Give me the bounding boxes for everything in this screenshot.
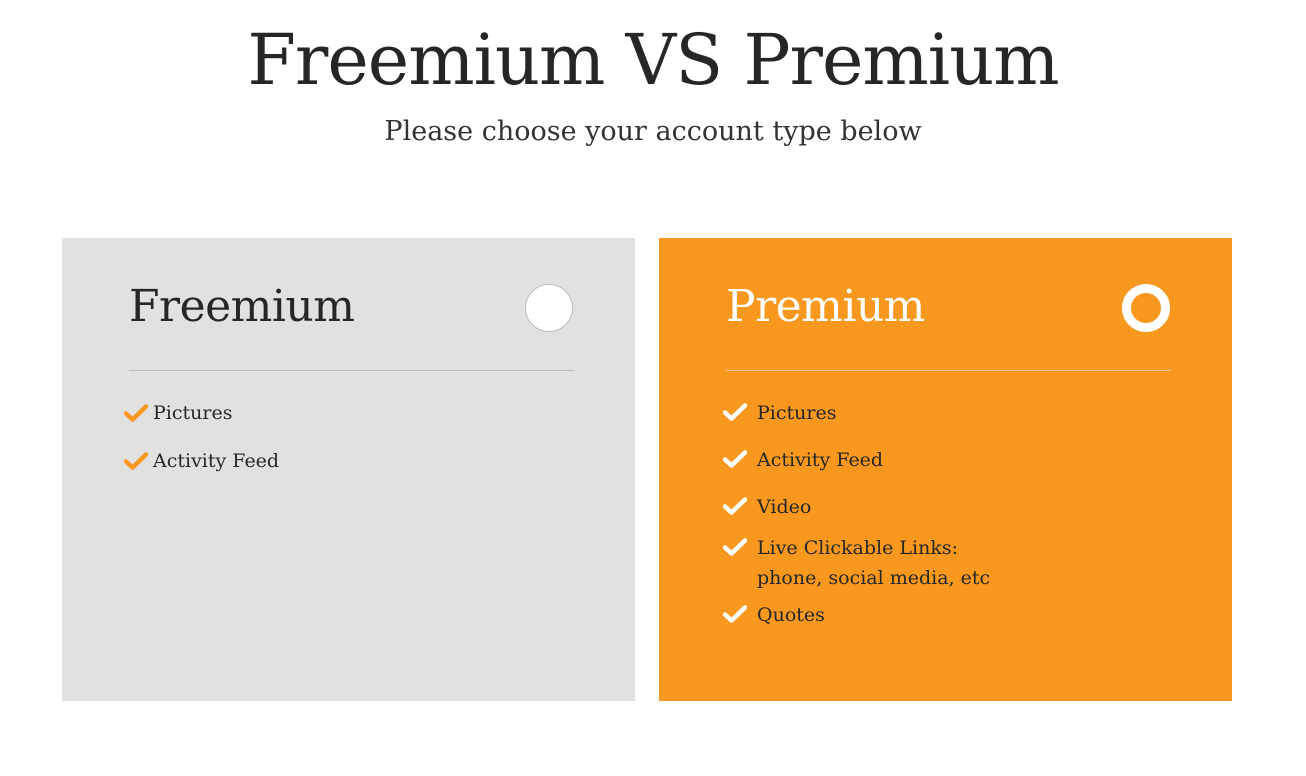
plan-name: Premium xyxy=(726,281,926,332)
check-icon xyxy=(723,403,747,421)
feature-item: Live Clickable Links: phone, social medi… xyxy=(723,533,1193,593)
plan-divider xyxy=(129,370,574,371)
feature-item: Pictures xyxy=(723,398,1193,428)
plan-name: Freemium xyxy=(129,281,355,332)
feature-item: Pictures xyxy=(124,398,594,428)
page-subtitle: Please choose your account type below xyxy=(384,116,922,147)
plan-card-premium[interactable]: Premium Pictures Activity Feed Video Liv xyxy=(659,238,1232,701)
check-icon xyxy=(723,450,747,468)
check-icon xyxy=(723,497,747,515)
page-title: Freemium VS Premium xyxy=(247,19,1059,101)
plan-divider xyxy=(726,370,1171,371)
check-icon xyxy=(723,605,747,623)
feature-item: Quotes xyxy=(723,600,1193,630)
check-icon xyxy=(124,452,148,470)
feature-text: Video xyxy=(757,496,812,518)
feature-item: Activity Feed xyxy=(124,446,594,476)
feature-text: Pictures xyxy=(153,402,233,424)
radio-selected-icon[interactable] xyxy=(1122,284,1170,332)
feature-text: Activity Feed xyxy=(757,449,884,471)
feature-text: Quotes xyxy=(757,604,825,626)
feature-text: Activity Feed xyxy=(153,450,280,472)
feature-list: Pictures Activity Feed xyxy=(124,398,594,476)
feature-item: Activity Feed xyxy=(723,445,1193,475)
check-icon xyxy=(124,404,148,422)
feature-text: Pictures xyxy=(757,402,837,424)
radio-unselected-icon[interactable] xyxy=(525,284,573,332)
check-icon xyxy=(723,538,747,556)
feature-text-detail: phone, social media, etc xyxy=(757,567,991,589)
feature-item: Video xyxy=(723,492,1193,522)
feature-text: Live Clickable Links: xyxy=(757,537,959,559)
feature-list: Pictures Activity Feed Video Live Clicka… xyxy=(723,398,1193,630)
plan-card-freemium[interactable]: Freemium Pictures Activity Feed xyxy=(62,238,635,701)
